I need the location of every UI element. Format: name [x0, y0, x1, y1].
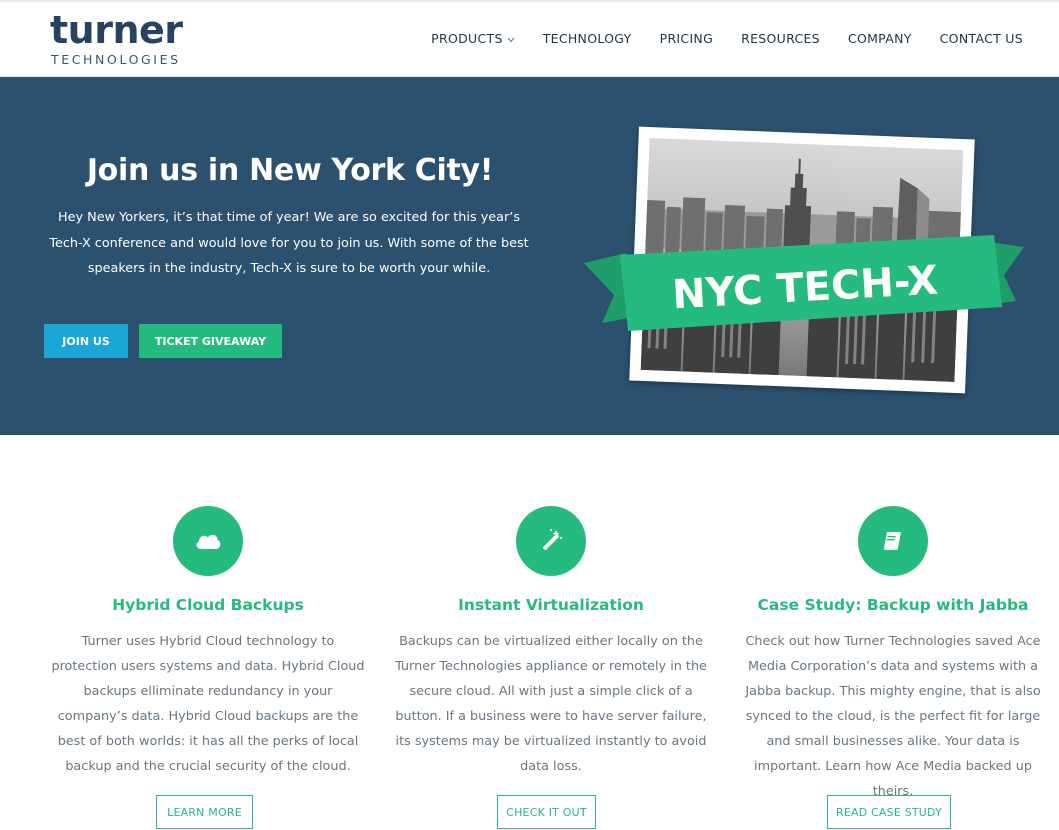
hero-description: Hey New Yorkers, it’s that time of year!… — [49, 210, 529, 276]
learn-more-button[interactable]: LEARN MORE — [156, 795, 253, 829]
nav-item-pricing[interactable]: PRICING — [646, 31, 727, 46]
main-nav: PRODUCTS TECHNOLOGY PRICING RESOURCES CO… — [417, 31, 1037, 46]
feature-description: Backups can be virtualized either locall… — [395, 634, 707, 774]
cloud-icon — [173, 506, 243, 576]
read-case-study-button[interactable]: READ CASE STUDY — [827, 795, 951, 829]
feature-instant-virtualization: Instant Virtualization Backups can be vi… — [391, 506, 711, 829]
magic-wand-icon — [516, 506, 586, 576]
feature-case-study: Case Study: Backup with Jabba Check out … — [733, 506, 1053, 829]
feature-hybrid-cloud: Hybrid Cloud Backups Turner uses Hybrid … — [48, 506, 368, 829]
nav-item-label: RESOURCES — [741, 31, 820, 46]
nav-item-label: PRICING — [659, 31, 714, 46]
feature-title: Hybrid Cloud Backups — [112, 596, 304, 614]
ribbon-banner: NYC TECH-X — [584, 235, 1024, 331]
turner-logo[interactable]: turner TECHNOLOGIES — [50, 10, 185, 70]
nav-item-company[interactable]: COMPANY — [834, 31, 926, 46]
nav-item-technology[interactable]: TECHNOLOGY — [529, 31, 646, 46]
join-us-button[interactable]: JOIN US — [44, 324, 128, 358]
check-it-out-button[interactable]: CHECK IT OUT — [497, 795, 596, 829]
feature-description: Turner uses Hybrid Cloud technology to p… — [51, 634, 365, 774]
nav-item-products[interactable]: PRODUCTS — [417, 31, 529, 46]
book-icon — [858, 506, 928, 576]
feature-title: Case Study: Backup with Jabba — [757, 596, 1029, 614]
feature-title: Instant Virtualization — [458, 596, 644, 614]
nyc-techx-banner-image: NYC TECH-X — [584, 126, 1024, 397]
hero-title: Join us in New York City! — [86, 153, 494, 188]
nav-item-contact-us[interactable]: CONTACT US — [926, 31, 1037, 46]
nav-item-label: COMPANY — [847, 31, 912, 46]
logo-wordmark: turner — [50, 8, 183, 52]
feature-description: Check out how Turner Technologies saved … — [745, 634, 1041, 799]
nav-item-label: TECHNOLOGY — [542, 31, 632, 46]
hero-section: Join us in New York City! Hey New Yorker… — [0, 77, 1059, 435]
nav-item-resources[interactable]: RESOURCES — [727, 31, 834, 46]
nav-item-label: CONTACT US — [939, 31, 1023, 46]
chevron-down-icon — [507, 36, 515, 46]
ticket-giveaway-button[interactable]: TICKET GIVEAWAY — [139, 324, 282, 358]
site-header: turner TECHNOLOGIES PRODUCTS TECHNOLOGY … — [0, 0, 1059, 77]
logo-subtitle: TECHNOLOGIES — [51, 52, 181, 67]
nav-item-label: PRODUCTS — [431, 31, 503, 46]
